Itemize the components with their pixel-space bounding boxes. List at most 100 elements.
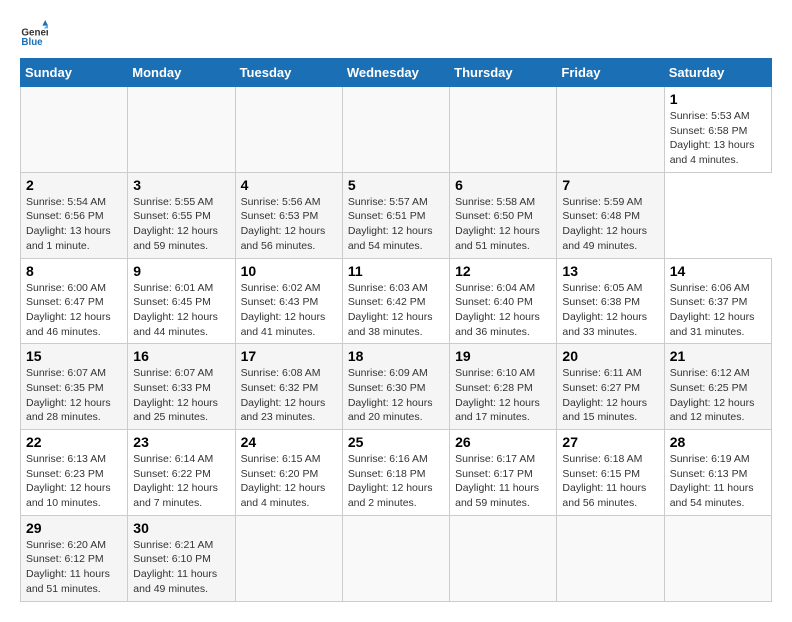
day-cell-16: 16 Sunrise: 6:07 AMSunset: 6:33 PMDaylig… (128, 344, 235, 430)
day-detail: Sunrise: 5:57 AMSunset: 6:51 PMDaylight:… (348, 195, 444, 254)
day-cell-17: 17 Sunrise: 6:08 AMSunset: 6:32 PMDaylig… (235, 344, 342, 430)
col-header-friday: Friday (557, 59, 664, 87)
col-header-saturday: Saturday (664, 59, 771, 87)
header-row: SundayMondayTuesdayWednesdayThursdayFrid… (21, 59, 772, 87)
day-cell-14: 14 Sunrise: 6:06 AMSunset: 6:37 PMDaylig… (664, 258, 771, 344)
week-row-1: 1 Sunrise: 5:53 AMSunset: 6:58 PMDayligh… (21, 87, 772, 173)
day-cell-2: 2 Sunrise: 5:54 AMSunset: 6:56 PMDayligh… (21, 172, 128, 258)
day-cell-27: 27 Sunrise: 6:18 AMSunset: 6:15 PMDaylig… (557, 430, 664, 516)
day-cell-18: 18 Sunrise: 6:09 AMSunset: 6:30 PMDaylig… (342, 344, 449, 430)
col-header-wednesday: Wednesday (342, 59, 449, 87)
day-number: 24 (241, 434, 337, 450)
day-number: 4 (241, 177, 337, 193)
logo: General Blue (20, 20, 52, 48)
day-detail: Sunrise: 6:19 AMSunset: 6:13 PMDaylight:… (670, 452, 766, 511)
day-cell-21: 21 Sunrise: 6:12 AMSunset: 6:25 PMDaylig… (664, 344, 771, 430)
svg-text:Blue: Blue (21, 37, 43, 48)
day-cell-11: 11 Sunrise: 6:03 AMSunset: 6:42 PMDaylig… (342, 258, 449, 344)
day-cell-3: 3 Sunrise: 5:55 AMSunset: 6:55 PMDayligh… (128, 172, 235, 258)
col-header-thursday: Thursday (450, 59, 557, 87)
day-detail: Sunrise: 5:54 AMSunset: 6:56 PMDaylight:… (26, 195, 122, 254)
day-detail: Sunrise: 5:55 AMSunset: 6:55 PMDaylight:… (133, 195, 229, 254)
day-number: 8 (26, 263, 122, 279)
day-detail: Sunrise: 6:18 AMSunset: 6:15 PMDaylight:… (562, 452, 658, 511)
day-cell-8: 8 Sunrise: 6:00 AMSunset: 6:47 PMDayligh… (21, 258, 128, 344)
day-number: 1 (670, 91, 766, 107)
day-cell-29: 29 Sunrise: 6:20 AMSunset: 6:12 PMDaylig… (21, 515, 128, 601)
day-detail: Sunrise: 6:00 AMSunset: 6:47 PMDaylight:… (26, 281, 122, 340)
week-row-6: 29 Sunrise: 6:20 AMSunset: 6:12 PMDaylig… (21, 515, 772, 601)
day-cell-19: 19 Sunrise: 6:10 AMSunset: 6:28 PMDaylig… (450, 344, 557, 430)
day-cell-4: 4 Sunrise: 5:56 AMSunset: 6:53 PMDayligh… (235, 172, 342, 258)
day-cell-1: 1 Sunrise: 5:53 AMSunset: 6:58 PMDayligh… (664, 87, 771, 173)
day-detail: Sunrise: 6:07 AMSunset: 6:33 PMDaylight:… (133, 366, 229, 425)
empty-cell (450, 515, 557, 601)
day-number: 9 (133, 263, 229, 279)
calendar-table: SundayMondayTuesdayWednesdayThursdayFrid… (20, 58, 772, 602)
day-cell-26: 26 Sunrise: 6:17 AMSunset: 6:17 PMDaylig… (450, 430, 557, 516)
week-row-2: 2 Sunrise: 5:54 AMSunset: 6:56 PMDayligh… (21, 172, 772, 258)
day-detail: Sunrise: 6:06 AMSunset: 6:37 PMDaylight:… (670, 281, 766, 340)
week-row-4: 15 Sunrise: 6:07 AMSunset: 6:35 PMDaylig… (21, 344, 772, 430)
day-number: 11 (348, 263, 444, 279)
day-detail: Sunrise: 6:08 AMSunset: 6:32 PMDaylight:… (241, 366, 337, 425)
day-detail: Sunrise: 6:14 AMSunset: 6:22 PMDaylight:… (133, 452, 229, 511)
day-detail: Sunrise: 5:53 AMSunset: 6:58 PMDaylight:… (670, 109, 766, 168)
day-number: 5 (348, 177, 444, 193)
day-detail: Sunrise: 6:10 AMSunset: 6:28 PMDaylight:… (455, 366, 551, 425)
day-detail: Sunrise: 6:05 AMSunset: 6:38 PMDaylight:… (562, 281, 658, 340)
day-detail: Sunrise: 6:21 AMSunset: 6:10 PMDaylight:… (133, 538, 229, 597)
day-number: 15 (26, 348, 122, 364)
day-detail: Sunrise: 6:07 AMSunset: 6:35 PMDaylight:… (26, 366, 122, 425)
day-number: 22 (26, 434, 122, 450)
day-number: 2 (26, 177, 122, 193)
day-number: 16 (133, 348, 229, 364)
page-header: General Blue (20, 20, 772, 48)
day-detail: Sunrise: 5:58 AMSunset: 6:50 PMDaylight:… (455, 195, 551, 254)
day-cell-10: 10 Sunrise: 6:02 AMSunset: 6:43 PMDaylig… (235, 258, 342, 344)
empty-cell (128, 87, 235, 173)
day-number: 10 (241, 263, 337, 279)
day-number: 23 (133, 434, 229, 450)
day-detail: Sunrise: 6:09 AMSunset: 6:30 PMDaylight:… (348, 366, 444, 425)
day-detail: Sunrise: 6:11 AMSunset: 6:27 PMDaylight:… (562, 366, 658, 425)
col-header-sunday: Sunday (21, 59, 128, 87)
day-detail: Sunrise: 6:20 AMSunset: 6:12 PMDaylight:… (26, 538, 122, 597)
day-detail: Sunrise: 5:56 AMSunset: 6:53 PMDaylight:… (241, 195, 337, 254)
day-cell-20: 20 Sunrise: 6:11 AMSunset: 6:27 PMDaylig… (557, 344, 664, 430)
empty-cell (450, 87, 557, 173)
day-cell-23: 23 Sunrise: 6:14 AMSunset: 6:22 PMDaylig… (128, 430, 235, 516)
day-detail: Sunrise: 6:04 AMSunset: 6:40 PMDaylight:… (455, 281, 551, 340)
week-row-5: 22 Sunrise: 6:13 AMSunset: 6:23 PMDaylig… (21, 430, 772, 516)
day-cell-9: 9 Sunrise: 6:01 AMSunset: 6:45 PMDayligh… (128, 258, 235, 344)
day-cell-24: 24 Sunrise: 6:15 AMSunset: 6:20 PMDaylig… (235, 430, 342, 516)
day-detail: Sunrise: 6:15 AMSunset: 6:20 PMDaylight:… (241, 452, 337, 511)
empty-cell (21, 87, 128, 173)
day-cell-28: 28 Sunrise: 6:19 AMSunset: 6:13 PMDaylig… (664, 430, 771, 516)
day-number: 25 (348, 434, 444, 450)
day-detail: Sunrise: 6:02 AMSunset: 6:43 PMDaylight:… (241, 281, 337, 340)
day-number: 21 (670, 348, 766, 364)
day-cell-15: 15 Sunrise: 6:07 AMSunset: 6:35 PMDaylig… (21, 344, 128, 430)
col-header-tuesday: Tuesday (235, 59, 342, 87)
week-row-3: 8 Sunrise: 6:00 AMSunset: 6:47 PMDayligh… (21, 258, 772, 344)
day-cell-7: 7 Sunrise: 5:59 AMSunset: 6:48 PMDayligh… (557, 172, 664, 258)
day-number: 27 (562, 434, 658, 450)
day-number: 19 (455, 348, 551, 364)
day-number: 12 (455, 263, 551, 279)
day-number: 29 (26, 520, 122, 536)
day-detail: Sunrise: 6:13 AMSunset: 6:23 PMDaylight:… (26, 452, 122, 511)
day-cell-30: 30 Sunrise: 6:21 AMSunset: 6:10 PMDaylig… (128, 515, 235, 601)
logo-icon: General Blue (20, 20, 48, 48)
empty-cell (664, 515, 771, 601)
day-number: 3 (133, 177, 229, 193)
day-cell-25: 25 Sunrise: 6:16 AMSunset: 6:18 PMDaylig… (342, 430, 449, 516)
day-number: 18 (348, 348, 444, 364)
day-number: 28 (670, 434, 766, 450)
col-header-monday: Monday (128, 59, 235, 87)
day-detail: Sunrise: 6:03 AMSunset: 6:42 PMDaylight:… (348, 281, 444, 340)
day-cell-6: 6 Sunrise: 5:58 AMSunset: 6:50 PMDayligh… (450, 172, 557, 258)
day-detail: Sunrise: 6:01 AMSunset: 6:45 PMDaylight:… (133, 281, 229, 340)
empty-cell (557, 87, 664, 173)
day-cell-22: 22 Sunrise: 6:13 AMSunset: 6:23 PMDaylig… (21, 430, 128, 516)
